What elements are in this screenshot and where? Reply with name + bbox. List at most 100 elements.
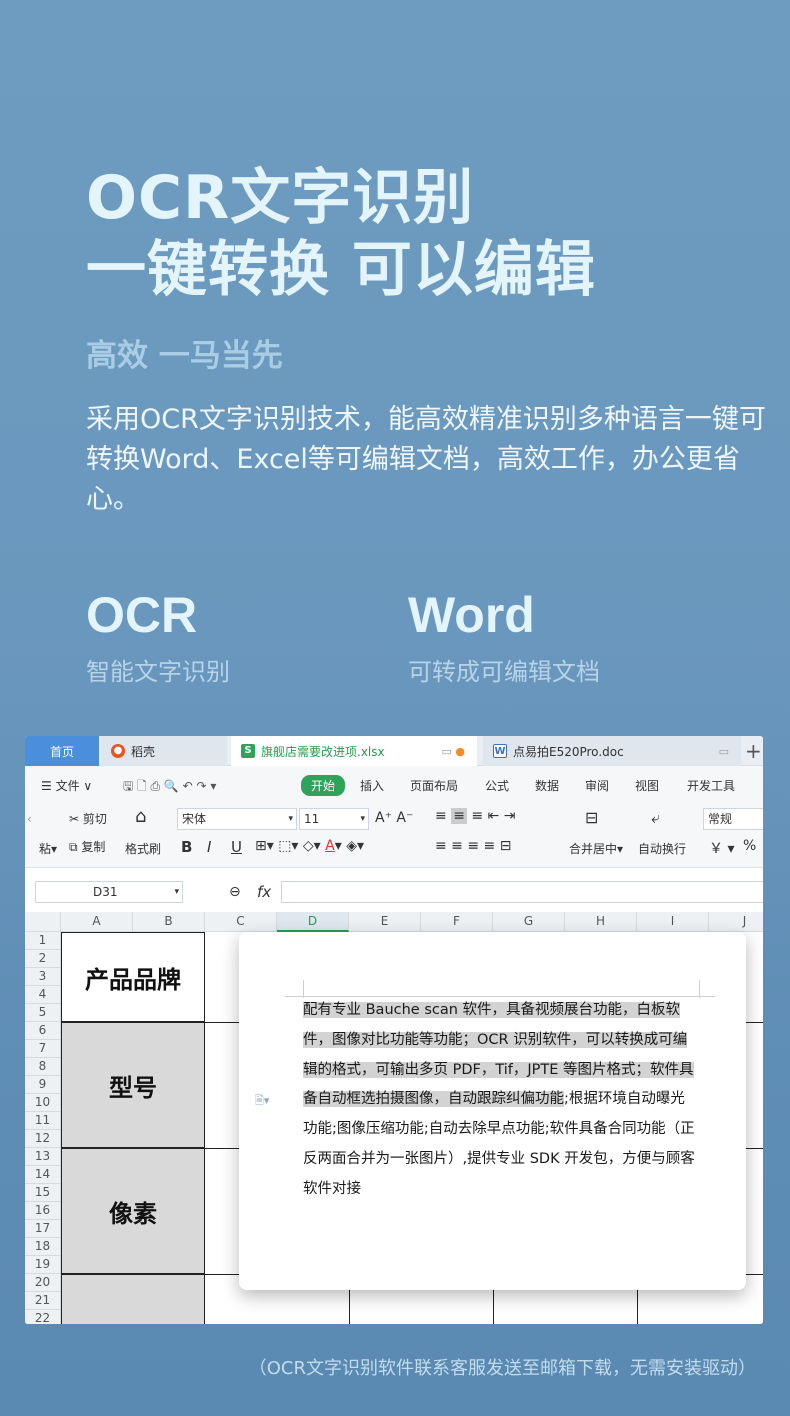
- font-size-dropdown-icon: ▾: [360, 814, 365, 824]
- col-header-a[interactable]: A: [61, 912, 133, 932]
- new-tab-button[interactable]: +: [741, 736, 763, 766]
- font-name-dropdown-icon: ▾: [288, 814, 293, 824]
- row-header[interactable]: 5: [25, 1004, 61, 1022]
- menu-insert[interactable]: 插入: [360, 777, 384, 794]
- col-header-c[interactable]: C: [205, 912, 277, 932]
- font-size-select[interactable]: 11 ▾: [299, 808, 369, 830]
- italic-button[interactable]: I: [207, 838, 211, 856]
- row-header[interactable]: 8: [25, 1058, 61, 1076]
- row-header[interactable]: 20: [25, 1274, 61, 1292]
- tab-home-label: 首页: [49, 744, 74, 759]
- menu-formula[interactable]: 公式: [485, 777, 509, 794]
- font-grow-shrink-icons[interactable]: A⁺ A⁻: [375, 810, 413, 826]
- feature-word-caption: 可转成可编辑文档: [408, 658, 600, 686]
- col-header-g[interactable]: G: [493, 912, 565, 932]
- row-header[interactable]: 3: [25, 968, 61, 986]
- ribbon-scroll-left-icon[interactable]: ‹: [27, 812, 32, 826]
- row-header[interactable]: 21: [25, 1292, 61, 1310]
- hero-subtitle: 高效 一马当先: [86, 338, 283, 374]
- cell-model[interactable]: 型号: [61, 1022, 205, 1148]
- number-format-select[interactable]: 常规: [703, 808, 763, 830]
- hero-title-line1: OCR文字识别: [86, 163, 475, 233]
- wrap-icon: ⤶: [651, 808, 660, 827]
- row-header[interactable]: 1: [25, 932, 61, 950]
- tab-doc-controls: ▭: [718, 744, 729, 758]
- col-header-i[interactable]: I: [637, 912, 709, 932]
- merge-center-button[interactable]: 合并居中▾: [569, 840, 623, 857]
- tab-doc[interactable]: W 点易拍E520Pro.doc ▭: [483, 736, 741, 766]
- merge-icon: ⊟: [585, 808, 599, 827]
- tab-xlsx-controls: ▭ ●: [441, 744, 466, 758]
- row-header[interactable]: 2: [25, 950, 61, 968]
- select-all-corner[interactable]: [25, 912, 61, 932]
- tab-xlsx[interactable]: S 旗舰店需要改进项.xlsx ▭ ●: [231, 736, 477, 766]
- align-horizontal-icons[interactable]: ≡ ≡ ≡ ≡ ⊟: [435, 838, 511, 854]
- tab-home[interactable]: 首页: [25, 736, 99, 766]
- cell-empty[interactable]: [61, 1274, 205, 1324]
- row-header[interactable]: 12: [25, 1130, 61, 1148]
- row-header[interactable]: 13: [25, 1148, 61, 1166]
- cell-ref-dropdown-icon: ▾: [174, 887, 179, 897]
- col-header-b[interactable]: B: [133, 912, 205, 932]
- percent-button[interactable]: %: [743, 838, 756, 854]
- copy-button[interactable]: ⧉ 复制: [69, 838, 105, 855]
- col-header-j[interactable]: J: [709, 912, 763, 932]
- menu-dev[interactable]: 开发工具: [687, 777, 735, 794]
- currency-label: ￥: [709, 841, 723, 857]
- row-header[interactable]: 19: [25, 1256, 61, 1274]
- bold-button[interactable]: B: [181, 838, 192, 856]
- border-icons[interactable]: ⊞▾ ⬚▾ ◇▾ A▾ ◈▾: [255, 838, 364, 854]
- cell-pixels[interactable]: 像素: [61, 1148, 205, 1274]
- footer-note: （OCR文字识别软件联系客服发送至邮箱下载，无需安装驱动）: [248, 1358, 756, 1379]
- document-text[interactable]: 配有专业 Bauche scan 软件，具备视频展台功能，白板软件，图像对比功能…: [303, 996, 699, 1205]
- col-header-h[interactable]: H: [565, 912, 637, 932]
- merge-center-label: 合并居中: [569, 842, 618, 856]
- menu-file[interactable]: ☰ 文件 ∨: [41, 777, 92, 794]
- quick-access-icons[interactable]: 🖫 🗋 ⎙ 🔍 ↶ ↷ ▾: [123, 777, 216, 798]
- row-header[interactable]: 14: [25, 1166, 61, 1184]
- hamburger-icon: ☰: [41, 779, 56, 793]
- row-header[interactable]: 6: [25, 1022, 61, 1040]
- tab-daoke-label: 稻壳: [131, 744, 156, 759]
- fx-button[interactable]: fx: [257, 883, 271, 901]
- cut-button[interactable]: ✂ 剪切: [69, 810, 107, 827]
- hero-description: 采用OCR文字识别技术，能高效精准识别多种语言一键可转换Word、Excel等可…: [86, 404, 766, 515]
- formula-input[interactable]: [281, 881, 763, 903]
- paste-button[interactable]: 粘▾: [39, 840, 57, 857]
- cell-ref-value: D31: [92, 885, 118, 899]
- col-header-e[interactable]: E: [349, 912, 421, 932]
- formula-bar: D31 ▾ ⊖ fx: [25, 876, 763, 910]
- cell-ref-box[interactable]: D31 ▾: [35, 881, 183, 903]
- document-preview-card: 🗎▾ 配有专业 Bauche scan 软件，具备视频展台功能，白板软件，图像对…: [239, 932, 746, 1290]
- menu-data[interactable]: 数据: [535, 777, 559, 794]
- menu-view[interactable]: 视图: [635, 777, 659, 794]
- document-text-rest: ;根据环境自动曝光功能;图像压缩功能;自动去除早点功能;软件具备合同功能（正反两…: [303, 1091, 695, 1197]
- format-painter-button[interactable]: 格式刷: [125, 840, 161, 857]
- tab-daoke[interactable]: ● 稻壳: [101, 736, 227, 766]
- row-header[interactable]: 18: [25, 1238, 61, 1256]
- menu-layout[interactable]: 页面布局: [410, 777, 458, 794]
- row-header[interactable]: 15: [25, 1184, 61, 1202]
- spreadsheet-file-icon: S: [241, 744, 255, 758]
- currency-button[interactable]: ￥ ▾: [709, 838, 734, 858]
- row-header[interactable]: 7: [25, 1040, 61, 1058]
- zoom-icon[interactable]: ⊖: [229, 884, 241, 900]
- menu-review[interactable]: 审阅: [585, 777, 609, 794]
- wrap-text-button[interactable]: 自动换行: [638, 840, 686, 857]
- row-header[interactable]: 16: [25, 1202, 61, 1220]
- row-header[interactable]: 17: [25, 1220, 61, 1238]
- col-header-f[interactable]: F: [421, 912, 493, 932]
- menu-start[interactable]: 开始: [301, 775, 346, 796]
- align-top-icons[interactable]: ≡ ≡ ≡ ⇤ ⇥: [435, 808, 515, 824]
- font-name-select[interactable]: 宋体 ▾: [177, 808, 297, 830]
- row-header[interactable]: 9: [25, 1076, 61, 1094]
- row-header[interactable]: 10: [25, 1094, 61, 1112]
- col-header-d[interactable]: D: [277, 912, 349, 932]
- row-header[interactable]: 22: [25, 1310, 61, 1324]
- row-header[interactable]: 11: [25, 1112, 61, 1130]
- row-header[interactable]: 4: [25, 986, 61, 1004]
- tab-xlsx-label: 旗舰店需要改进项.xlsx: [261, 744, 385, 759]
- cell-product-brand[interactable]: 产品品牌: [61, 932, 205, 1022]
- paragraph-marker-icon[interactable]: 🗎▾: [255, 1092, 269, 1111]
- underline-button[interactable]: U: [231, 838, 242, 856]
